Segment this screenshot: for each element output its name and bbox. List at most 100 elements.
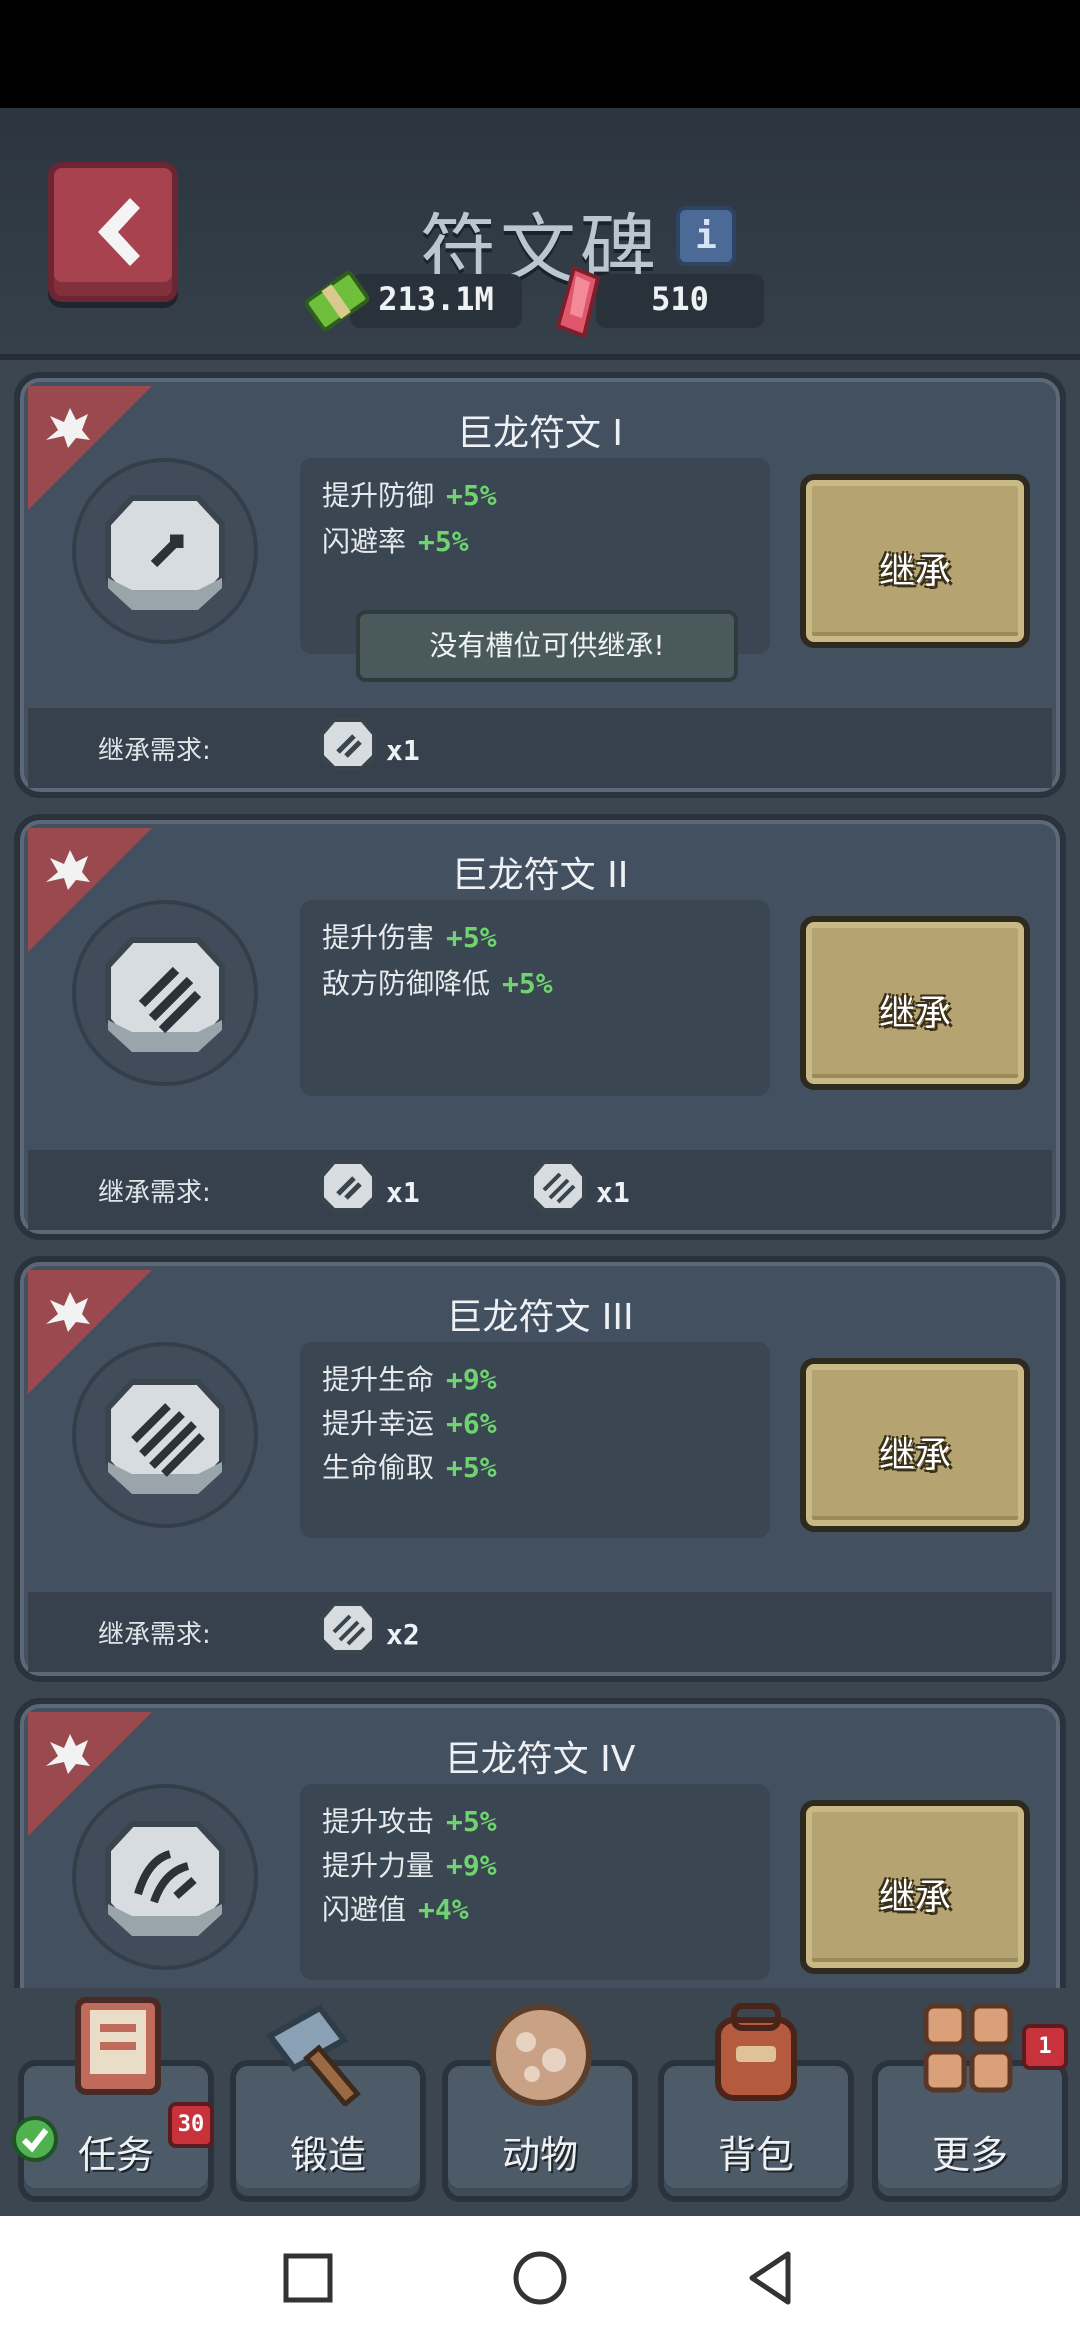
info-button[interactable]: i [676, 206, 736, 266]
stat-row: 闪避值 +4% [322, 1888, 469, 1928]
stat-value: +6% [446, 1407, 497, 1440]
stat-row: 提升攻击 +5% [322, 1800, 497, 1840]
rune-card: 巨龙符文 III 提升生命 +9% 提升幸运 +6% 生命偷取 +5% 继承 继承需求… [14, 1256, 1066, 1682]
stat-row: 敌方防御降低 +5% [322, 962, 553, 1002]
back-nav-icon[interactable] [740, 2246, 804, 2310]
egg-icon [490, 2004, 592, 2106]
stat-value: +5% [446, 479, 497, 512]
stat-value: +5% [502, 967, 553, 1000]
stat-label: 提升力量 [322, 1849, 435, 1882]
requirement-qty: x1 [386, 1176, 420, 1209]
stat-label: 提升防御 [322, 479, 435, 512]
stat-value: +5% [446, 921, 497, 954]
stat-label: 生命偷取 [322, 1451, 435, 1484]
stat-value: +5% [446, 1451, 497, 1484]
cash-icon [304, 271, 370, 331]
rune-title: 巨龙符文 IV [444, 1739, 636, 1780]
hammer-icon [265, 2004, 361, 2106]
recent-apps-icon[interactable] [276, 2246, 340, 2310]
stat-value: +9% [446, 1849, 497, 1882]
rune-title: 巨龙符文 III [446, 1297, 634, 1338]
system-nav-bar [0, 2216, 1080, 2340]
requirement-label: 继承需求: [98, 1178, 211, 1208]
rune-stone-icon [105, 937, 225, 1052]
no-slot-notice: 没有槽位可供继承! [356, 610, 738, 682]
status-bar [0, 0, 1080, 108]
requirement-bar: 继承需求: x1 [28, 708, 1052, 788]
stat-label: 提升生命 [322, 1363, 435, 1396]
stat-label: 提升幸运 [322, 1407, 435, 1440]
rune-stone-icon [105, 495, 225, 610]
stat-row: 闪避率 +5% [322, 520, 469, 560]
rune-card: 巨龙符文 II 提升伤害 +5% 敌方防御降低 +5% 继承 继承需求: x1 … [14, 814, 1066, 1240]
stat-label: 闪避值 [322, 1893, 407, 1926]
home-icon[interactable] [508, 2246, 572, 2310]
inherit-button-label: 继承 [878, 993, 951, 1034]
rune-title: 巨龙符文 II [451, 855, 629, 896]
stat-label: 闪避率 [322, 525, 407, 558]
page-title: 符文碑 [420, 205, 660, 294]
rune-stone-icon [320, 718, 376, 770]
nav-label: 动物 [501, 2133, 578, 2177]
nav-label: 锻造 [289, 2133, 366, 2177]
stat-row: 生命偷取 +5% [322, 1446, 497, 1486]
requirement-qty: x1 [596, 1176, 630, 1209]
rune-slot[interactable] [72, 1342, 258, 1528]
stats-box: 提升攻击 +5% 提升力量 +9% 闪避值 +4% [300, 1784, 770, 1980]
rune-stele-screen: 符文碑 i 213.1M 510 巨龙符文 I 提升防御 +5% 闪避率 +5%… [0, 108, 1080, 2216]
money-value: 213.1M [378, 280, 494, 318]
stat-row: 提升幸运 +6% [322, 1402, 497, 1442]
bottom-nav: 任务 30 锻造 动物 背包 更多 1 [0, 1988, 1080, 2216]
task-book-icon [75, 1997, 161, 2095]
inherit-button[interactable]: 继承 [800, 1800, 1030, 1974]
rune-stone-icon [105, 1379, 225, 1494]
stat-row: 提升伤害 +5% [322, 916, 497, 956]
requirement-label: 继承需求: [98, 1620, 211, 1650]
stats-box: 提升伤害 +5% 敌方防御降低 +5% [300, 900, 770, 1096]
tasks-badge: 30 [168, 2102, 214, 2148]
rune-stone-icon [105, 1821, 225, 1936]
rune-stone-icon [320, 1160, 376, 1212]
stat-value: +5% [418, 525, 469, 558]
rune-slot[interactable] [72, 900, 258, 1086]
nav-label: 背包 [717, 2133, 794, 2177]
money-counter: 213.1M [350, 274, 522, 328]
stat-value: +5% [446, 1805, 497, 1838]
stat-row: 提升力量 +9% [322, 1844, 497, 1884]
stat-label: 提升攻击 [322, 1805, 435, 1838]
inherit-button[interactable]: 继承 [800, 474, 1030, 648]
requirement-qty: x1 [386, 734, 420, 767]
stat-label: 提升伤害 [322, 921, 435, 954]
rune-stone-icon [320, 1602, 376, 1654]
requirement-bar: 继承需求: x1 x1 [28, 1150, 1052, 1230]
backpack-icon [715, 2003, 797, 2101]
requirement-qty: x2 [386, 1618, 420, 1651]
inherit-button[interactable]: 继承 [800, 1358, 1030, 1532]
header: 符文碑 i 213.1M 510 [0, 108, 1080, 360]
rune-title: 巨龙符文 I [456, 413, 624, 454]
rune-card: 巨龙符文 I 提升防御 +5% 闪避率 +5% 没有槽位可供继承! 继承 继承需求: [14, 372, 1066, 798]
more-badge: 1 [1022, 2024, 1068, 2070]
nav-label: 更多 [931, 2133, 1008, 2177]
inherit-button-label: 继承 [878, 1435, 951, 1476]
gem-value: 510 [651, 280, 709, 318]
requirement-bar: 继承需求: x2 [28, 1592, 1052, 1672]
rune-slot[interactable] [72, 1784, 258, 1970]
stat-row: 提升防御 +5% [322, 474, 497, 514]
stat-label: 敌方防御降低 [322, 967, 491, 1000]
stats-box: 提升生命 +9% 提升幸运 +6% 生命偷取 +5% [300, 1342, 770, 1538]
stat-value: +4% [418, 1893, 469, 1926]
check-icon [12, 2116, 58, 2162]
inherit-button[interactable]: 继承 [800, 916, 1030, 1090]
inherit-button-label: 继承 [878, 551, 951, 592]
inherit-button-label: 继承 [878, 1877, 951, 1918]
stat-value: +9% [446, 1363, 497, 1396]
rune-stone-icon [530, 1160, 586, 1212]
requirement-label: 继承需求: [98, 736, 211, 766]
red-gem-icon [555, 266, 601, 338]
info-icon: i [695, 215, 717, 257]
rune-slot[interactable] [72, 458, 258, 644]
gem-counter: 510 [596, 274, 764, 328]
grid-icon [923, 2003, 1013, 2093]
stat-row: 提升生命 +9% [322, 1358, 497, 1398]
